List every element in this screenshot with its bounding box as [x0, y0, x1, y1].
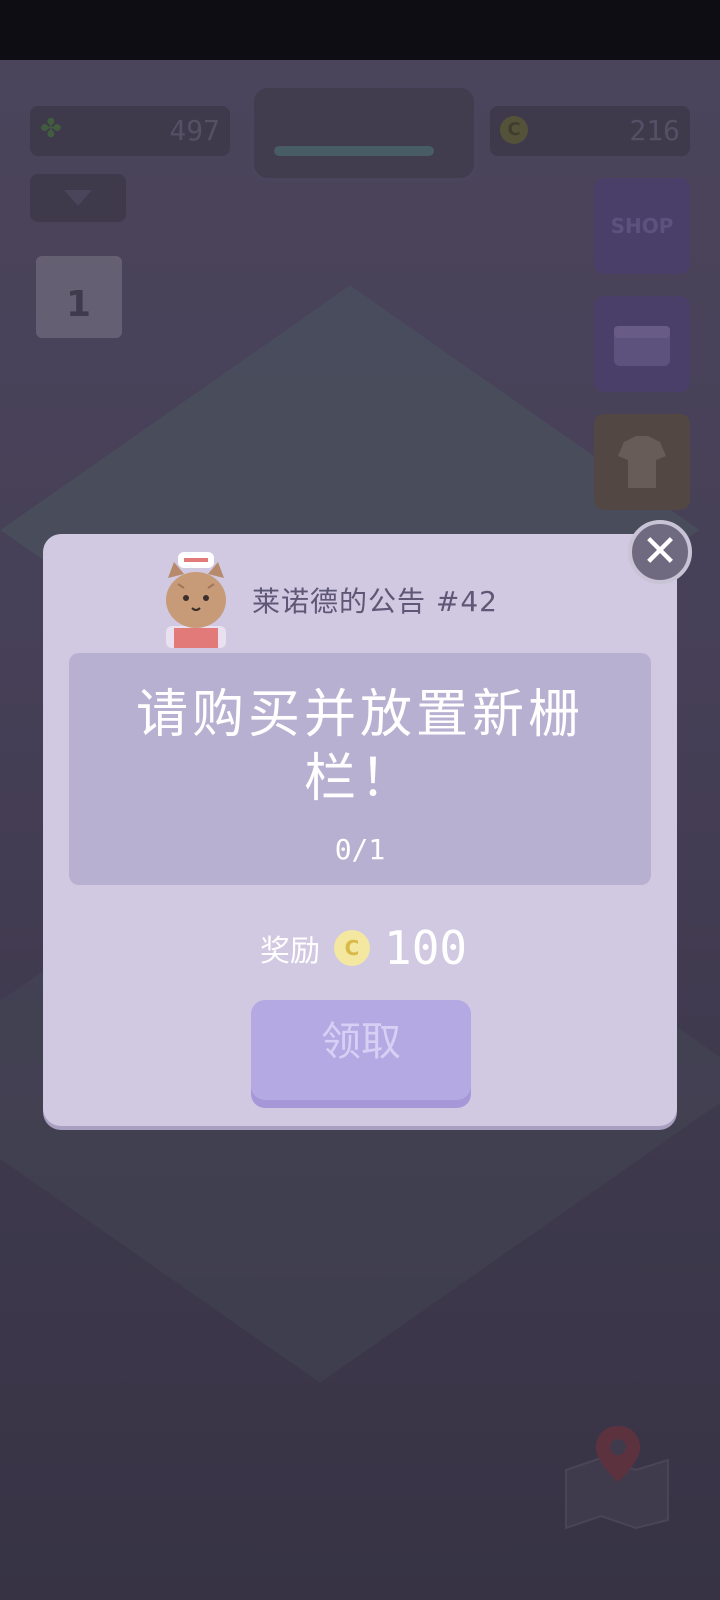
task-progress: 0/1 [334, 833, 386, 866]
close-button[interactable]: ✕ [628, 520, 692, 584]
claim-button[interactable]: 领取 [251, 1000, 471, 1100]
coin-icon: C [334, 930, 370, 966]
reward-row: 奖励 C 100 [260, 918, 467, 978]
dialog-title: 莱诺德的公告 #42 [252, 585, 498, 618]
close-icon: ✕ [641, 526, 679, 577]
task-panel: 请购买并放置新栅栏！ 0/1 [69, 653, 651, 885]
reward-label: 奖励 [260, 934, 320, 969]
reward-amount: 100 [384, 921, 468, 975]
cat-avatar-icon [166, 552, 226, 648]
task-description: 请购买并放置新栅栏！ [135, 685, 584, 809]
